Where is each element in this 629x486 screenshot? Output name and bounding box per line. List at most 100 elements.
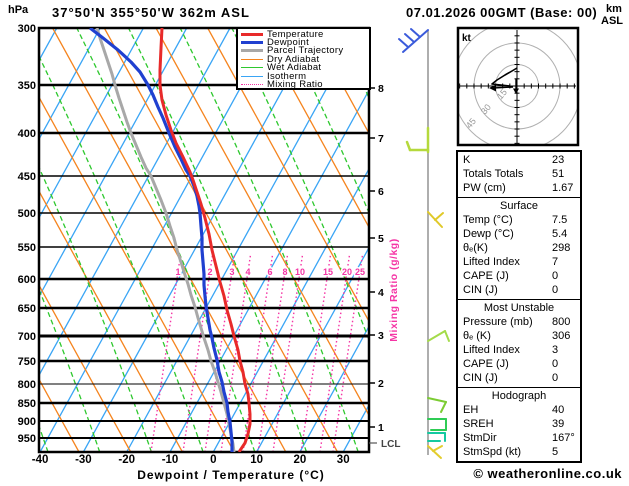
table-row-value: 5.4 [552, 228, 568, 240]
table-row-label: Totals Totals [463, 168, 524, 180]
legend-swatch-dewpoint [241, 41, 263, 45]
table-row: Totals Totals 51 [458, 167, 580, 181]
x-tick-label: -20 [118, 454, 135, 466]
table-row: θₑ (K) 306 [458, 329, 580, 343]
pressure-tick-label: 600 [18, 274, 36, 286]
x-tick-label: 20 [294, 454, 307, 466]
pressure-tick-label: 400 [18, 128, 36, 140]
wind-barb [427, 330, 446, 342]
table-row-label: CIN (J) [463, 284, 498, 296]
mixing-ratio-value-label: 25 [355, 267, 365, 277]
x-tick-label: 0 [210, 454, 216, 466]
mixing-ratio-value-label: 1 [175, 267, 180, 277]
table-row: PW (cm) 1.67 [458, 181, 580, 195]
legend-swatch-wet-adiabat [241, 67, 263, 69]
table-row-label: StmSpd (kt) [463, 446, 522, 458]
table-row-label: θₑ (K) [463, 330, 491, 342]
km-tick-label: 1 [378, 422, 384, 434]
copyright-footer: © weatheronline.co.uk [473, 466, 622, 481]
pressure-tick-label: 800 [18, 379, 36, 391]
table-section-header: Surface [500, 200, 538, 212]
isotherm-line [39, 28, 101, 141]
mixing-ratio-line [319, 254, 351, 452]
table-row-value: 0 [552, 358, 559, 370]
dry-adiabat-line [52, 28, 287, 452]
table-row: CIN (J) 0 [458, 371, 580, 385]
table-row-label: PW (cm) [463, 182, 506, 194]
table-row: StmDir 167° [458, 431, 580, 445]
wind-barb [432, 445, 443, 452]
table-row-value: 7 [552, 256, 559, 268]
km-tick-label: 2 [378, 378, 384, 390]
table-row: θₑ(K) 298 [458, 241, 580, 255]
table-section: K 23 Totals Totals 51 PW (cm) 1.67 [458, 152, 580, 197]
wet-adiabat-line [283, 28, 369, 215]
mixing-ratio-axis-label: Mixing Ratio (g/kg) [388, 238, 400, 342]
wind-barb [434, 212, 444, 221]
x-tick-label: -40 [32, 454, 49, 466]
table-row-value: 51 [552, 168, 565, 180]
hodograph-ring-label: 45 [464, 116, 478, 130]
pressure-tick-label: 950 [18, 433, 36, 445]
hodograph-unit-label: kt [462, 33, 472, 44]
table-row: SREH 39 [458, 417, 580, 431]
isotherm-line [256, 246, 369, 452]
table-row-value: 23 [552, 154, 565, 166]
table-row-value: 5 [552, 446, 559, 458]
km-tick-label: 3 [378, 330, 384, 342]
table-row-value: 3 [552, 344, 559, 356]
table-row-label: Lifted Index [463, 344, 520, 356]
table-section: Surface Temp (°C) 7.5 Dewp (°C) 5.4 θₑ(K) 298 L… [458, 197, 580, 299]
mixing-ratio-value-label: 20 [342, 267, 352, 277]
table-row-label: Lifted Index [463, 256, 520, 268]
mixing-ratio-line [220, 254, 252, 452]
table-row-label: SREH [463, 418, 494, 430]
pressure-tick-label: 750 [18, 356, 36, 368]
legend: Temperature Dewpoint Parcel Trajectory Dry … [236, 27, 371, 90]
mixing-ratio-value-label: 6 [267, 267, 272, 277]
mixing-ratio-value-label: 4 [245, 267, 250, 277]
table-row-value: 306 [552, 330, 571, 342]
table-section-header: Hodograph [491, 390, 547, 402]
mixing-ratio-value-label: 10 [295, 267, 305, 277]
km-tick-label: 4 [378, 287, 384, 299]
table-row-value: 40 [552, 404, 565, 416]
wind-barb [440, 401, 447, 413]
table-row: StmSpd (kt) 5 [458, 445, 580, 459]
legend-label: Mixing Ratio [267, 79, 323, 91]
table-row-value: 7.5 [552, 214, 568, 226]
table-row-value: 800 [552, 316, 571, 328]
pressure-tick-label: 850 [18, 398, 36, 410]
table-row: CAPE (J) 0 [458, 269, 580, 283]
table-row-value: 1.67 [552, 182, 574, 194]
legend-swatch-mixing-ratio [241, 84, 263, 86]
table-row-value: 298 [552, 242, 571, 254]
table-section: Hodograph EH 40 SREH 39 StmDir 167° StmSpd (kt)… [458, 387, 580, 461]
x-tick-label: -10 [162, 454, 179, 466]
table-section-header: Most Unstable [483, 302, 555, 314]
pressure-tick-label: 350 [18, 80, 36, 92]
wind-barb-column [398, 28, 450, 459]
pressure-tick-label: 500 [18, 208, 36, 220]
skewt-sounding-page: hPa 37°50'N 355°50'W 362m ASL km ASL 07.… [0, 0, 629, 486]
table-row: Dewp (°C) 5.4 [458, 227, 580, 241]
mixing-ratio-value-label: 2 [207, 267, 212, 277]
table-row-label: CIN (J) [463, 372, 498, 384]
wet-adiabat-line [179, 28, 359, 452]
table-row: Pressure (mb) 800 [458, 315, 580, 329]
pressure-tick-label: 900 [18, 416, 36, 428]
km-tick-label: 5 [378, 233, 384, 245]
table-row-label: CAPE (J) [463, 270, 509, 282]
pressure-tick-label: 700 [18, 331, 36, 343]
table-row: Lifted Index 3 [458, 343, 580, 357]
legend-swatch-temperature [241, 32, 263, 36]
wind-barb [444, 330, 450, 342]
wet-adiabat-line [39, 287, 101, 452]
pressure-tick-label: 300 [18, 23, 36, 35]
hodograph: 153045 kt [456, 26, 580, 147]
table-row-label: K [463, 154, 471, 166]
pressure-tick-label: 550 [18, 242, 36, 254]
wind-barb [405, 140, 412, 152]
wet-adiabat-line [127, 28, 308, 452]
table-row-value: 167° [552, 432, 575, 444]
